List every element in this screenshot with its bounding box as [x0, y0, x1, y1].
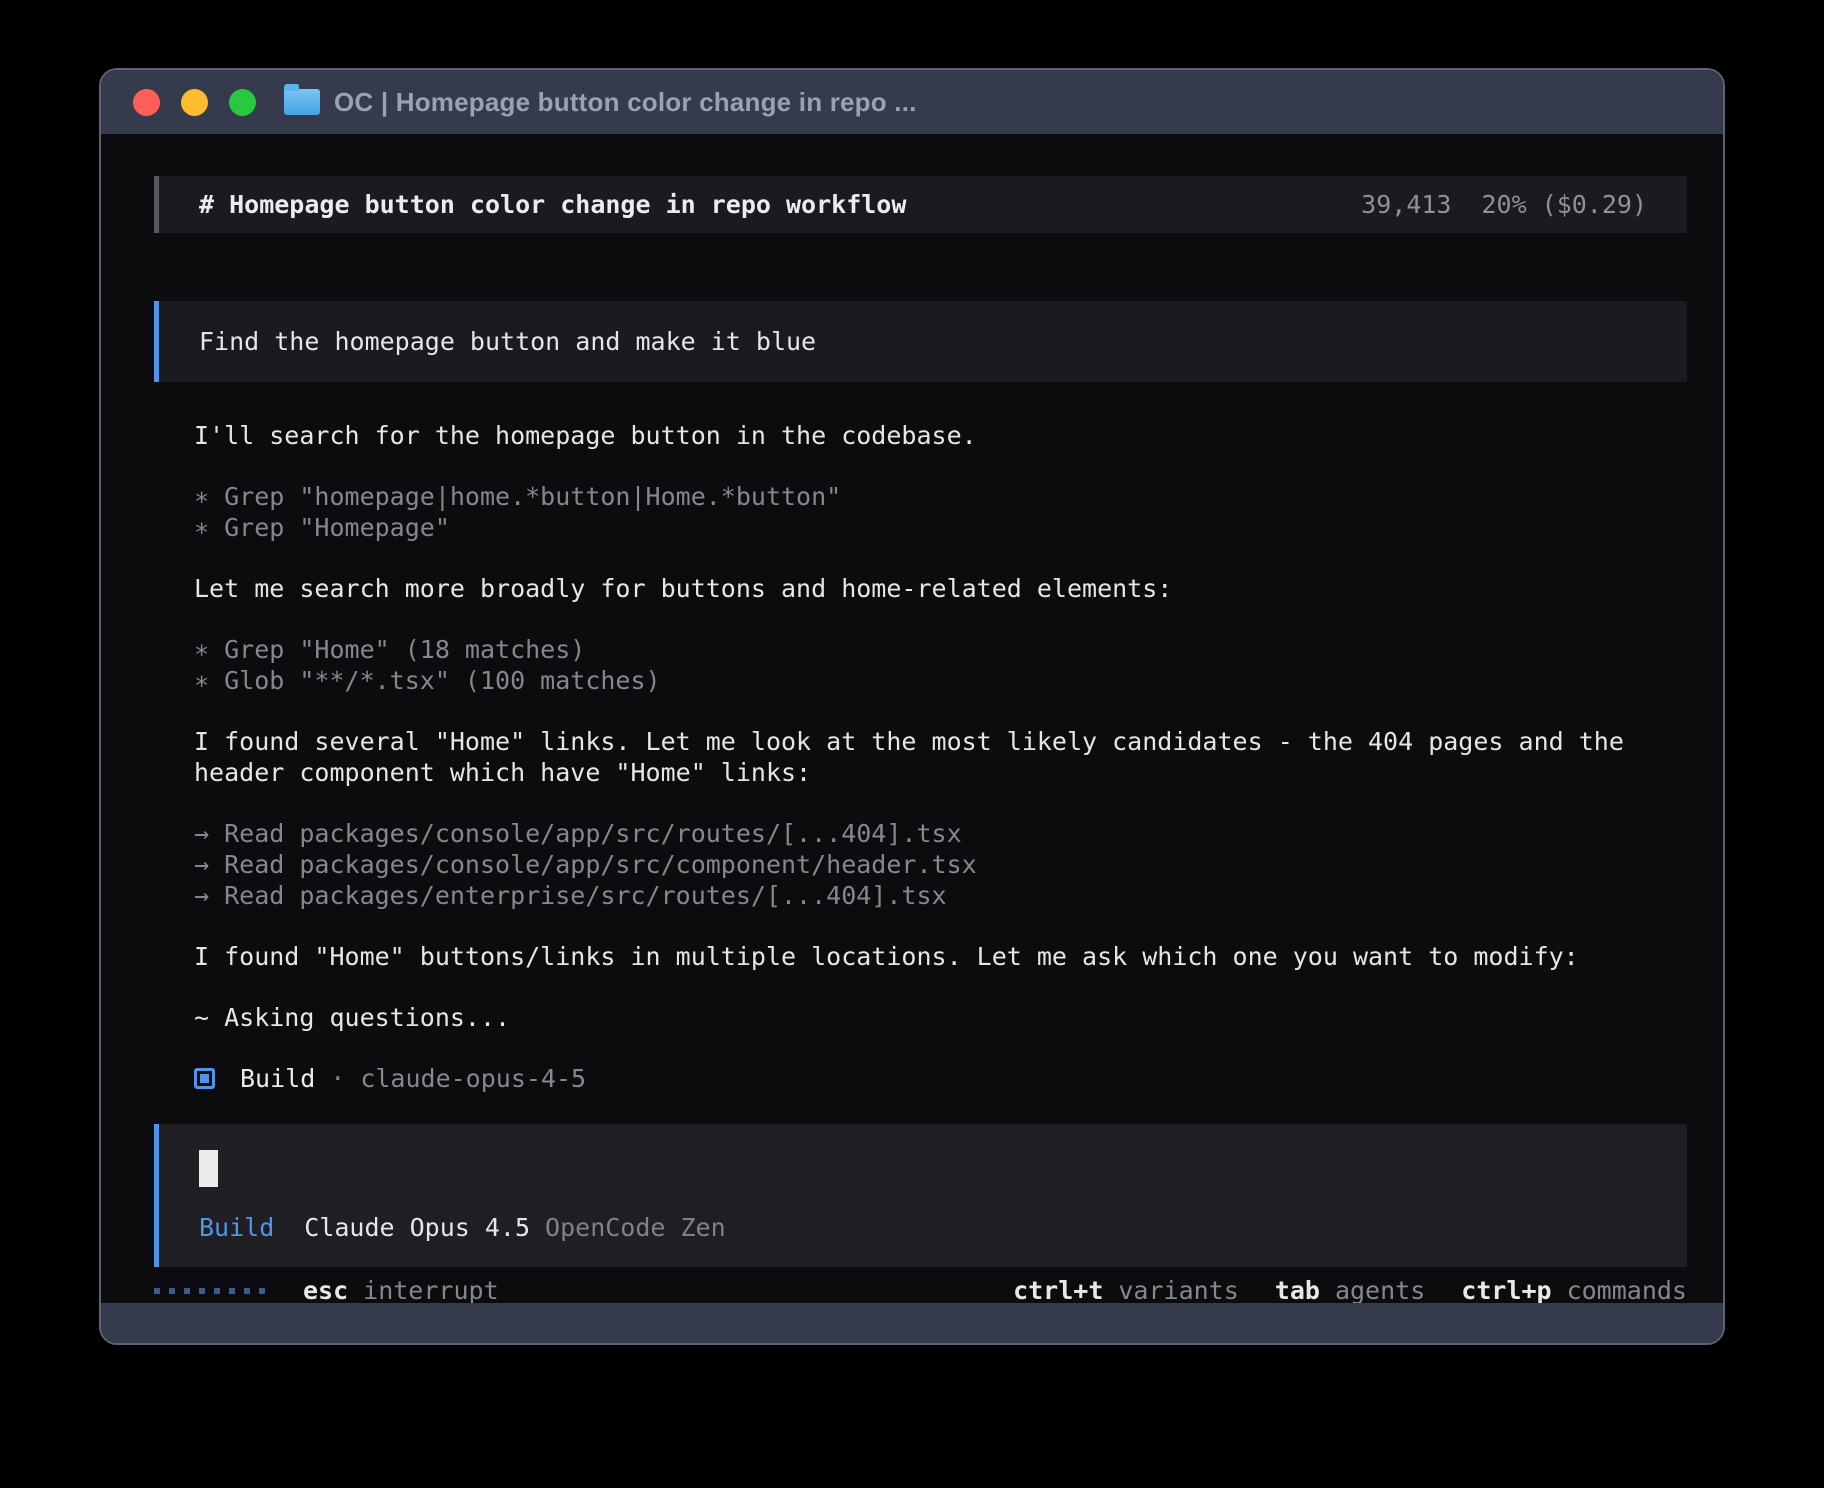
prompt-input[interactable]: Build Claude Opus 4.5 OpenCode Zen [154, 1124, 1687, 1267]
spinner-dot [229, 1288, 235, 1294]
message-line: I'll search for the homepage button in t… [194, 420, 1687, 451]
close-button[interactable] [133, 89, 160, 116]
status-bar: esc interrupt ctrl+tvariantstabagentsctr… [154, 1275, 1687, 1303]
terminal-window: OC | Homepage button color change in rep… [99, 68, 1725, 1345]
hint-key: ctrl+t [1013, 1275, 1103, 1303]
agent-status-line: Build · claude-opus-4-5 [194, 1063, 1687, 1094]
agent-model: claude-opus-4-5 [360, 1063, 586, 1094]
terminal-content: # Homepage button color change in repo w… [101, 134, 1723, 1303]
hint-label: agents [1335, 1275, 1425, 1303]
hint-key: esc [303, 1275, 348, 1303]
message-line: I found several "Home" links. Let me loo… [194, 726, 1687, 757]
spinner-dot [259, 1288, 265, 1294]
hint-key: tab [1275, 1275, 1320, 1303]
status-left: esc interrupt [154, 1275, 499, 1303]
assistant-text: I'll search for the homepage button in t… [194, 420, 1687, 451]
assistant-text: I found "Home" buttons/links in multiple… [194, 941, 1687, 972]
message-line: → Read packages/console/app/src/componen… [194, 849, 1687, 880]
assistant-messages: I'll search for the homepage button in t… [194, 420, 1687, 1033]
tool-call-group: → Read packages/console/app/src/routes/[… [194, 818, 1687, 911]
assistant-text: Let me search more broadly for buttons a… [194, 573, 1687, 604]
input-agent-label[interactable]: Build [199, 1212, 274, 1243]
message-line: ∗ Grep "homepage|home.*button|Home.*butt… [194, 481, 1687, 512]
hint-label: variants [1118, 1275, 1238, 1303]
input-provider-label: OpenCode Zen [545, 1212, 726, 1243]
zoom-button[interactable] [229, 89, 256, 116]
assistant-text: ~ Asking questions... [194, 1002, 1687, 1033]
window-title: OC | Homepage button color change in rep… [334, 87, 917, 118]
hint-label: interrupt [363, 1275, 498, 1303]
spinner-dot [154, 1288, 160, 1294]
message-line: ∗ Grep "Home" (18 matches) [194, 634, 1687, 665]
message-line: ~ Asking questions... [194, 1002, 1687, 1033]
hint-commands: ctrl+p commands [1461, 1275, 1687, 1303]
hint-interrupt: esc interrupt [303, 1275, 499, 1303]
message-line: header component which have "Home" links… [194, 757, 1687, 788]
session-header: # Homepage button color change in repo w… [154, 176, 1687, 233]
message-line: → Read packages/enterprise/src/routes/[.… [194, 880, 1687, 911]
context-percent: 20% [1481, 189, 1526, 220]
assistant-text: I found several "Home" links. Let me loo… [194, 726, 1687, 788]
folder-icon [284, 89, 320, 115]
agent-separator: · [330, 1063, 345, 1094]
message-line: Let me search more broadly for buttons a… [194, 573, 1687, 604]
session-stats: 39,413 20% ($0.29) [1361, 189, 1647, 220]
spinner-dots [154, 1288, 265, 1294]
spinner-dot [169, 1288, 175, 1294]
window-footer [101, 1303, 1723, 1343]
spinner-dot [244, 1288, 250, 1294]
agent-square-icon [194, 1068, 215, 1089]
token-count: 39,413 [1361, 189, 1451, 220]
tool-call-group: ∗ Grep "Home" (18 matches)∗ Glob "**/*.t… [194, 634, 1687, 696]
status-right: ctrl+t variants tab agents ctrl+p commands [977, 1275, 1687, 1303]
hint-variants: ctrl+t variants [1013, 1275, 1239, 1303]
minimize-button[interactable] [181, 89, 208, 116]
input-model-label[interactable]: Claude Opus 4.5 [304, 1212, 530, 1243]
hint-agents: tab agents [1275, 1275, 1425, 1303]
input-meta: Build Claude Opus 4.5 OpenCode Zen [199, 1212, 1647, 1243]
message-line: I found "Home" buttons/links in multiple… [194, 941, 1687, 972]
message-line: → Read packages/console/app/src/routes/[… [194, 818, 1687, 849]
text-cursor [199, 1150, 218, 1187]
session-title: # Homepage button color change in repo w… [199, 189, 906, 220]
session-cost: ($0.29) [1542, 189, 1647, 220]
message-line: ∗ Glob "**/*.tsx" (100 matches) [194, 665, 1687, 696]
spinner-dot [184, 1288, 190, 1294]
tool-call-group: ∗ Grep "homepage|home.*button|Home.*butt… [194, 481, 1687, 543]
title-bar: OC | Homepage button color change in rep… [101, 70, 1723, 134]
hint-key: ctrl+p [1461, 1275, 1551, 1303]
message-line: ∗ Grep "Homepage" [194, 512, 1687, 543]
user-message: Find the homepage button and make it blu… [154, 301, 1687, 382]
spinner-dot [214, 1288, 220, 1294]
agent-name: Build [240, 1063, 315, 1094]
hint-label: commands [1567, 1275, 1687, 1303]
spinner-dot [199, 1288, 205, 1294]
traffic-lights [133, 89, 256, 116]
